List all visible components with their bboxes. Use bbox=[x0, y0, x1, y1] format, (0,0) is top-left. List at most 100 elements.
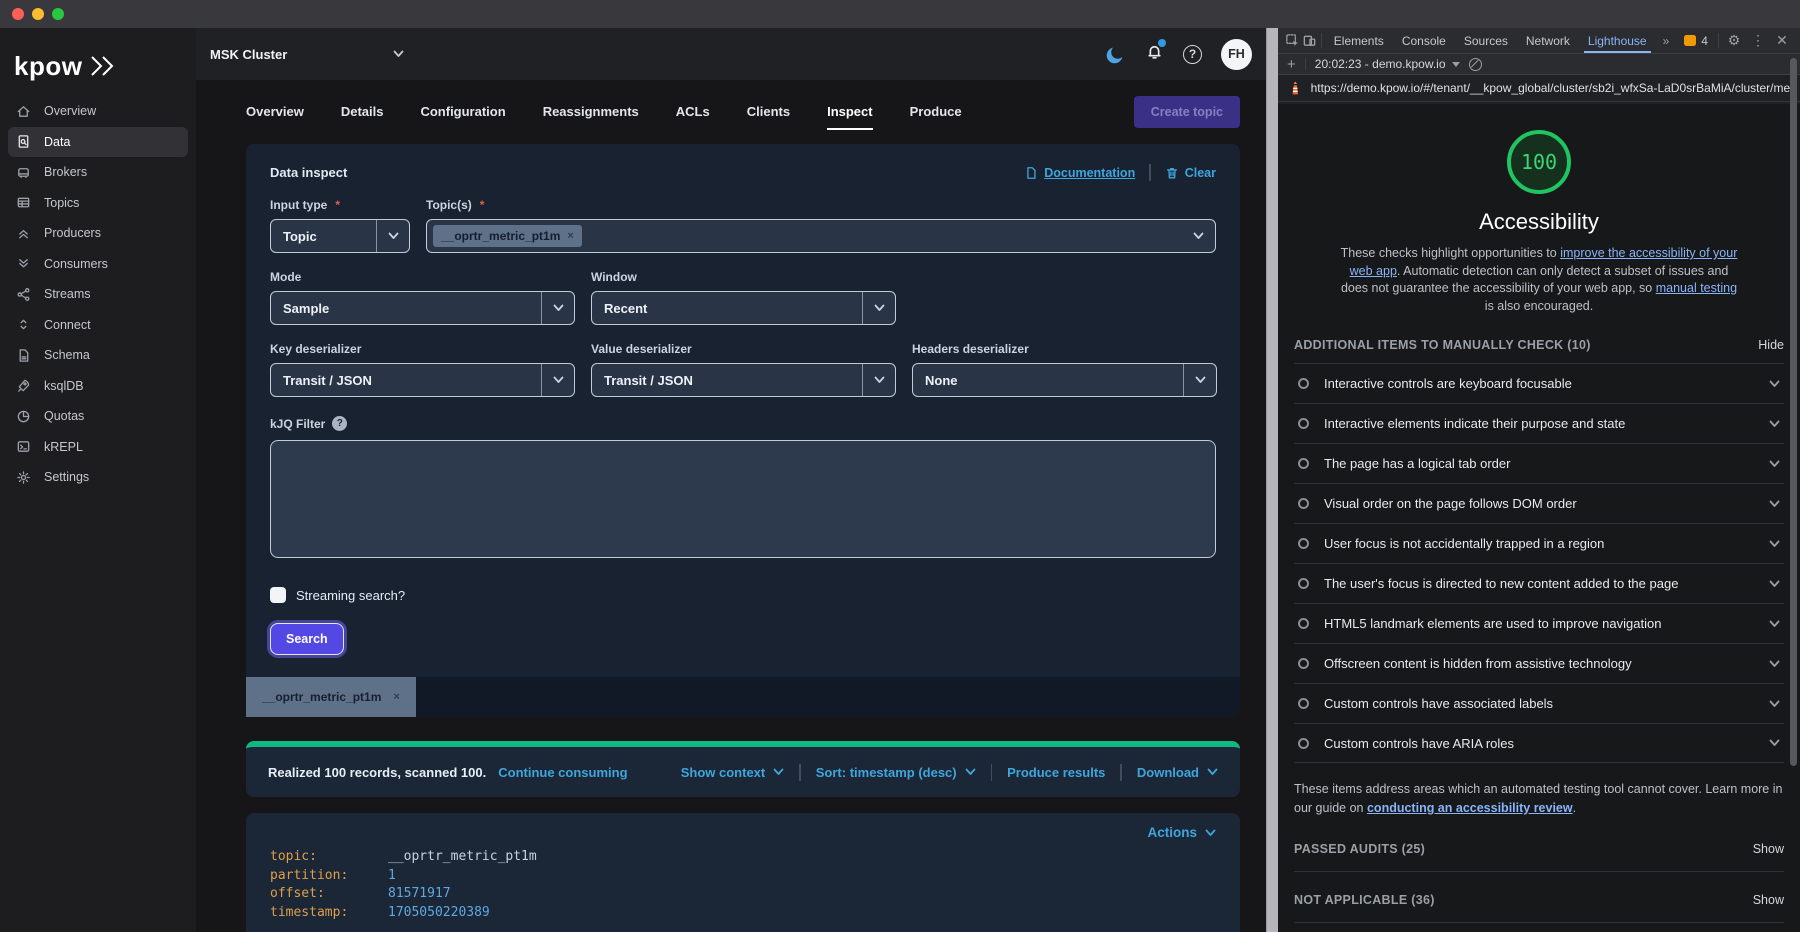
sidebar-item-krepl[interactable]: kREPL bbox=[8, 432, 188, 463]
manual-check-row[interactable]: Custom controls have associated labels bbox=[1294, 683, 1784, 723]
kpow-app: kpow Overview Data Brokers Topics Produc… bbox=[0, 28, 1266, 932]
close-result-tab-icon[interactable]: × bbox=[393, 691, 399, 703]
sidebar-item-ksqldb[interactable]: ksqlDB bbox=[8, 371, 188, 402]
chevron-down-icon bbox=[1769, 540, 1780, 547]
devtools-scrollbar-thumb[interactable] bbox=[1790, 58, 1797, 766]
mode-select[interactable]: Sample bbox=[270, 291, 575, 325]
sidebar-item-overview[interactable]: Overview bbox=[8, 96, 188, 127]
download-dropdown[interactable]: Download bbox=[1137, 765, 1218, 780]
topic-tag[interactable]: __oprtr_metric_pt1m × bbox=[433, 225, 582, 247]
sidebar-item-consumers[interactable]: Consumers bbox=[8, 249, 188, 280]
tab-configuration[interactable]: Configuration bbox=[420, 94, 505, 130]
manual-check-row[interactable]: Interactive elements indicate their purp… bbox=[1294, 403, 1784, 443]
page-scrollbar[interactable] bbox=[1266, 28, 1278, 932]
sidebar-item-streams[interactable]: Streams bbox=[8, 279, 188, 310]
device-toolbar-icon[interactable] bbox=[1301, 28, 1318, 53]
manual-check-row[interactable]: The user's focus is directed to new cont… bbox=[1294, 563, 1784, 603]
devtools-kebab-menu-icon[interactable]: ⋮ bbox=[1746, 28, 1770, 53]
sidebar-item-schema[interactable]: Schema bbox=[8, 340, 188, 371]
devtools-tab-lighthouse[interactable]: Lighthouse bbox=[1579, 28, 1656, 53]
issues-counter[interactable]: 4 bbox=[1677, 28, 1715, 53]
chevron-down-icon bbox=[874, 376, 884, 383]
sidebar-item-quotas[interactable]: Quotas bbox=[8, 401, 188, 432]
sidebar-item-topics[interactable]: Topics bbox=[8, 188, 188, 219]
tab-produce[interactable]: Produce bbox=[910, 94, 962, 130]
report-session-dropdown[interactable]: 20:02:23 - demo.kpow.io bbox=[1315, 57, 1460, 71]
not-applicable-show-toggle[interactable]: Show bbox=[1753, 893, 1784, 907]
manual-check-row[interactable]: Custom controls have ARIA roles bbox=[1294, 723, 1784, 763]
sidebar-item-label: Brokers bbox=[44, 165, 88, 180]
close-window-button[interactable] bbox=[12, 8, 24, 20]
show-context-dropdown[interactable]: Show context bbox=[681, 765, 785, 780]
value-deserializer-select[interactable]: Transit / JSON bbox=[591, 363, 896, 397]
tab-reassignments[interactable]: Reassignments bbox=[543, 94, 639, 130]
remove-topic-icon[interactable]: × bbox=[567, 230, 573, 242]
topics-multiselect[interactable]: __oprtr_metric_pt1m × bbox=[426, 219, 1216, 253]
produce-results-link[interactable]: Produce results bbox=[1007, 765, 1105, 780]
more-tabs-chevrons[interactable]: » bbox=[1656, 28, 1678, 53]
sort-dropdown[interactable]: Sort: timestamp (desc) bbox=[816, 765, 976, 780]
devtools-tab-network[interactable]: Network bbox=[1517, 28, 1579, 53]
help-icon[interactable]: ? bbox=[1183, 44, 1202, 64]
sidebar-item-brokers[interactable]: Brokers bbox=[8, 157, 188, 188]
new-report-plus-icon[interactable]: + bbox=[1287, 57, 1296, 72]
manual-check-row[interactable]: Offscreen content is hidden from assisti… bbox=[1294, 643, 1784, 683]
manual-check-row[interactable]: Visual order on the page follows DOM ord… bbox=[1294, 483, 1784, 523]
sidebar-item-label: Producers bbox=[44, 226, 101, 241]
kjq-help-icon[interactable]: ? bbox=[332, 416, 348, 431]
devtools-close-icon[interactable]: ✕ bbox=[1770, 28, 1794, 53]
manual-check-row[interactable]: The page has a logical tab order bbox=[1294, 443, 1784, 483]
not-applicable-section: NOT APPLICABLE (36) Show bbox=[1294, 893, 1784, 923]
sidebar-item-producers[interactable]: Producers bbox=[8, 218, 188, 249]
notifications-bell-icon[interactable] bbox=[1145, 39, 1166, 66]
data-inspect-card: Data inspect Documentation Clear Input t… bbox=[246, 144, 1240, 677]
tab-details[interactable]: Details bbox=[341, 94, 384, 130]
continue-consuming-link[interactable]: Continue consuming bbox=[498, 765, 627, 780]
input-type-select[interactable]: Topic bbox=[270, 219, 410, 253]
dark-mode-moon-icon[interactable] bbox=[1105, 44, 1126, 65]
accessibility-score-gauge[interactable]: 100 bbox=[1507, 130, 1571, 194]
window-select[interactable]: Recent bbox=[591, 291, 896, 325]
create-topic-button[interactable]: Create topic bbox=[1133, 96, 1240, 128]
kjq-filter-textarea[interactable] bbox=[270, 440, 1216, 558]
manual-check-row[interactable]: HTML5 landmark elements are used to impr… bbox=[1294, 603, 1784, 643]
chevron-down-icon bbox=[388, 232, 398, 239]
tab-clients[interactable]: Clients bbox=[747, 94, 790, 130]
key-deserializer-select[interactable]: Transit / JSON bbox=[270, 363, 575, 397]
inspect-element-icon[interactable] bbox=[1284, 28, 1301, 53]
divider bbox=[1718, 33, 1719, 48]
zoom-window-button[interactable] bbox=[52, 8, 64, 20]
minimize-window-button[interactable] bbox=[32, 8, 44, 20]
manual-check-circle-icon bbox=[1298, 737, 1309, 749]
tab-overview[interactable]: Overview bbox=[246, 94, 304, 130]
manual-check-circle-icon bbox=[1298, 378, 1309, 389]
devtools-tab-console[interactable]: Console bbox=[1393, 28, 1455, 53]
manual-check-row[interactable]: Interactive controls are keyboard focusa… bbox=[1294, 363, 1784, 403]
devtools-panel: Elements Console Sources Network Lightho… bbox=[1278, 28, 1800, 932]
headers-deserializer-select[interactable]: None bbox=[912, 363, 1217, 397]
devtools-tab-elements[interactable]: Elements bbox=[1325, 28, 1393, 53]
tab-acls[interactable]: ACLs bbox=[676, 94, 710, 130]
user-avatar[interactable]: FH bbox=[1221, 38, 1252, 70]
manual-check-row[interactable]: User focus is not accidentally trapped i… bbox=[1294, 523, 1784, 563]
terminal-icon bbox=[15, 439, 31, 455]
devtools-settings-gear-icon[interactable]: ⚙ bbox=[1722, 28, 1746, 53]
sidebar-item-data[interactable]: Data bbox=[8, 126, 188, 157]
accessibility-review-link[interactable]: conducting an accessibility review bbox=[1367, 801, 1573, 815]
manual-testing-link[interactable]: manual testing bbox=[1656, 281, 1737, 295]
documentation-link[interactable]: Documentation bbox=[1024, 166, 1135, 180]
search-button[interactable]: Search bbox=[270, 623, 344, 655]
streaming-search-checkbox[interactable] bbox=[270, 587, 286, 603]
result-topic-tab[interactable]: __oprtr_metric_pt1m × bbox=[246, 677, 416, 717]
clear-button[interactable]: Clear bbox=[1165, 166, 1216, 180]
cluster-selector[interactable]: MSK Cluster bbox=[210, 47, 404, 62]
sidebar-item-settings[interactable]: Settings bbox=[8, 462, 188, 493]
devtools-tab-sources[interactable]: Sources bbox=[1455, 28, 1517, 53]
sidebar-item-connect[interactable]: Connect bbox=[8, 310, 188, 341]
report-url-row: https://demo.kpow.io/#/tenant/__kpow_glo… bbox=[1278, 75, 1800, 102]
passed-audits-show-toggle[interactable]: Show bbox=[1753, 842, 1784, 856]
clear-reports-icon[interactable] bbox=[1468, 57, 1482, 71]
record-actions-dropdown[interactable]: Actions bbox=[270, 825, 1216, 840]
tab-inspect[interactable]: Inspect bbox=[827, 94, 873, 130]
manual-check-hide-toggle[interactable]: Hide bbox=[1758, 338, 1784, 352]
